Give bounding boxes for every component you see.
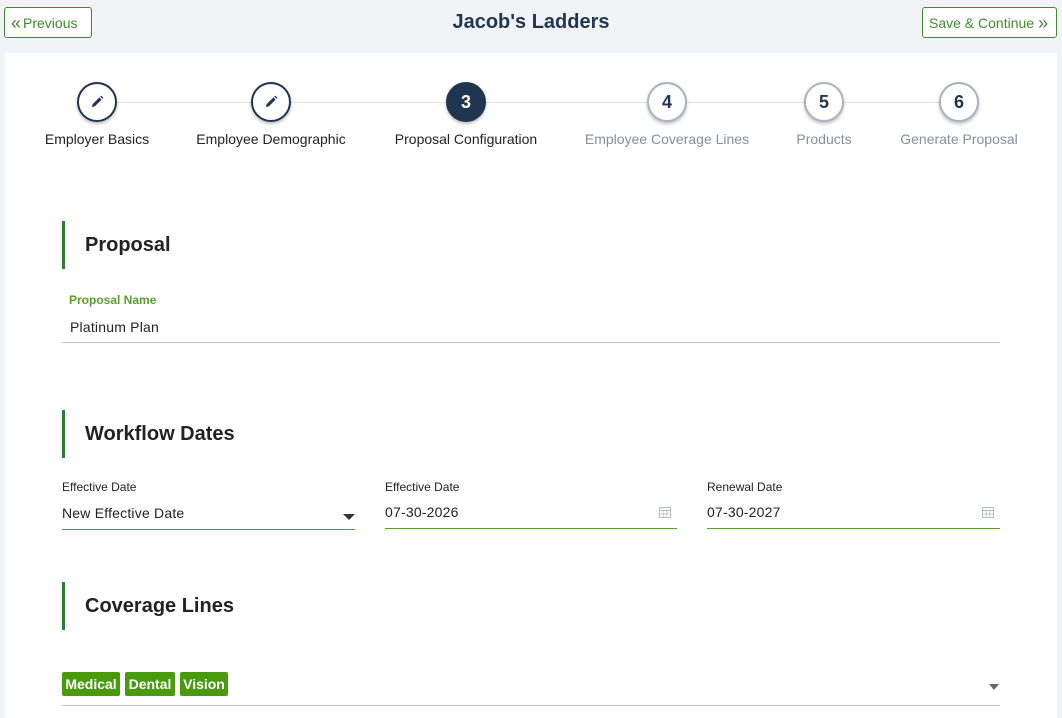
save-continue-button-label: Save & Continue	[929, 14, 1035, 31]
renewal-date-input[interactable]: 07-30-2027	[707, 504, 967, 524]
save-continue-button[interactable]: Save & Continue »	[922, 7, 1057, 38]
proposal-name-underline	[62, 342, 1000, 343]
effective-date-select-label: Effective Date	[62, 480, 137, 494]
coverage-dropdown-caret-icon[interactable]	[989, 684, 999, 690]
calendar-icon[interactable]	[982, 506, 994, 518]
step-label: Proposal Configuration	[394, 131, 538, 147]
calendar-icon[interactable]	[659, 506, 671, 518]
coverage-chip-vision[interactable]: Vision	[180, 672, 228, 696]
proposal-name-label: Proposal Name	[69, 293, 157, 307]
effective-date-select[interactable]: New Effective Date	[62, 505, 355, 525]
renewal-date-label: Renewal Date	[707, 480, 783, 494]
effective-date-input[interactable]: 07-30-2026	[385, 504, 645, 524]
section-heading-proposal: Proposal	[62, 221, 462, 269]
dropdown-caret-icon[interactable]	[343, 514, 355, 520]
step-5-circle: 5	[804, 82, 844, 122]
stepper: Employer Basics Employee Demographic 3 P…	[5, 53, 1057, 163]
step-proposal-configuration[interactable]: 3 Proposal Configuration	[356, 82, 576, 147]
section-heading-workflow-dates: Workflow Dates	[62, 410, 462, 458]
step-label: Employee Demographic	[196, 131, 346, 147]
step-2-circle	[251, 82, 291, 122]
step-label: Generate Proposal	[900, 131, 1018, 147]
effective-date-underline	[385, 528, 677, 529]
pencil-icon	[92, 95, 104, 107]
step-3-circle: 3	[446, 82, 486, 122]
pencil-icon	[266, 95, 278, 107]
step-4-circle: 4	[647, 82, 687, 122]
section-heading-coverage-lines: Coverage Lines	[62, 582, 462, 630]
top-bar: « Previous Jacob's Ladders Save & Contin…	[0, 0, 1062, 52]
coverage-chip-dental[interactable]: Dental	[125, 672, 175, 696]
chevrons-right-icon: »	[1038, 12, 1048, 33]
step-generate-proposal[interactable]: 6 Generate Proposal	[849, 82, 1062, 147]
renewal-date-underline	[707, 528, 1000, 529]
step-6-circle: 6	[939, 82, 979, 122]
step-1-circle	[77, 82, 117, 122]
effective-date-select-underline	[62, 529, 355, 530]
main-card: Employer Basics Employee Demographic 3 P…	[5, 53, 1057, 718]
coverage-chip-medical[interactable]: Medical	[62, 672, 120, 696]
proposal-name-input[interactable]: Platinum Plan	[70, 319, 1000, 339]
coverage-lines-underline	[62, 705, 1000, 706]
page-title: Jacob's Ladders	[452, 11, 610, 33]
step-employee-demographic[interactable]: Employee Demographic	[161, 82, 381, 147]
effective-date-label: Effective Date	[385, 480, 460, 494]
